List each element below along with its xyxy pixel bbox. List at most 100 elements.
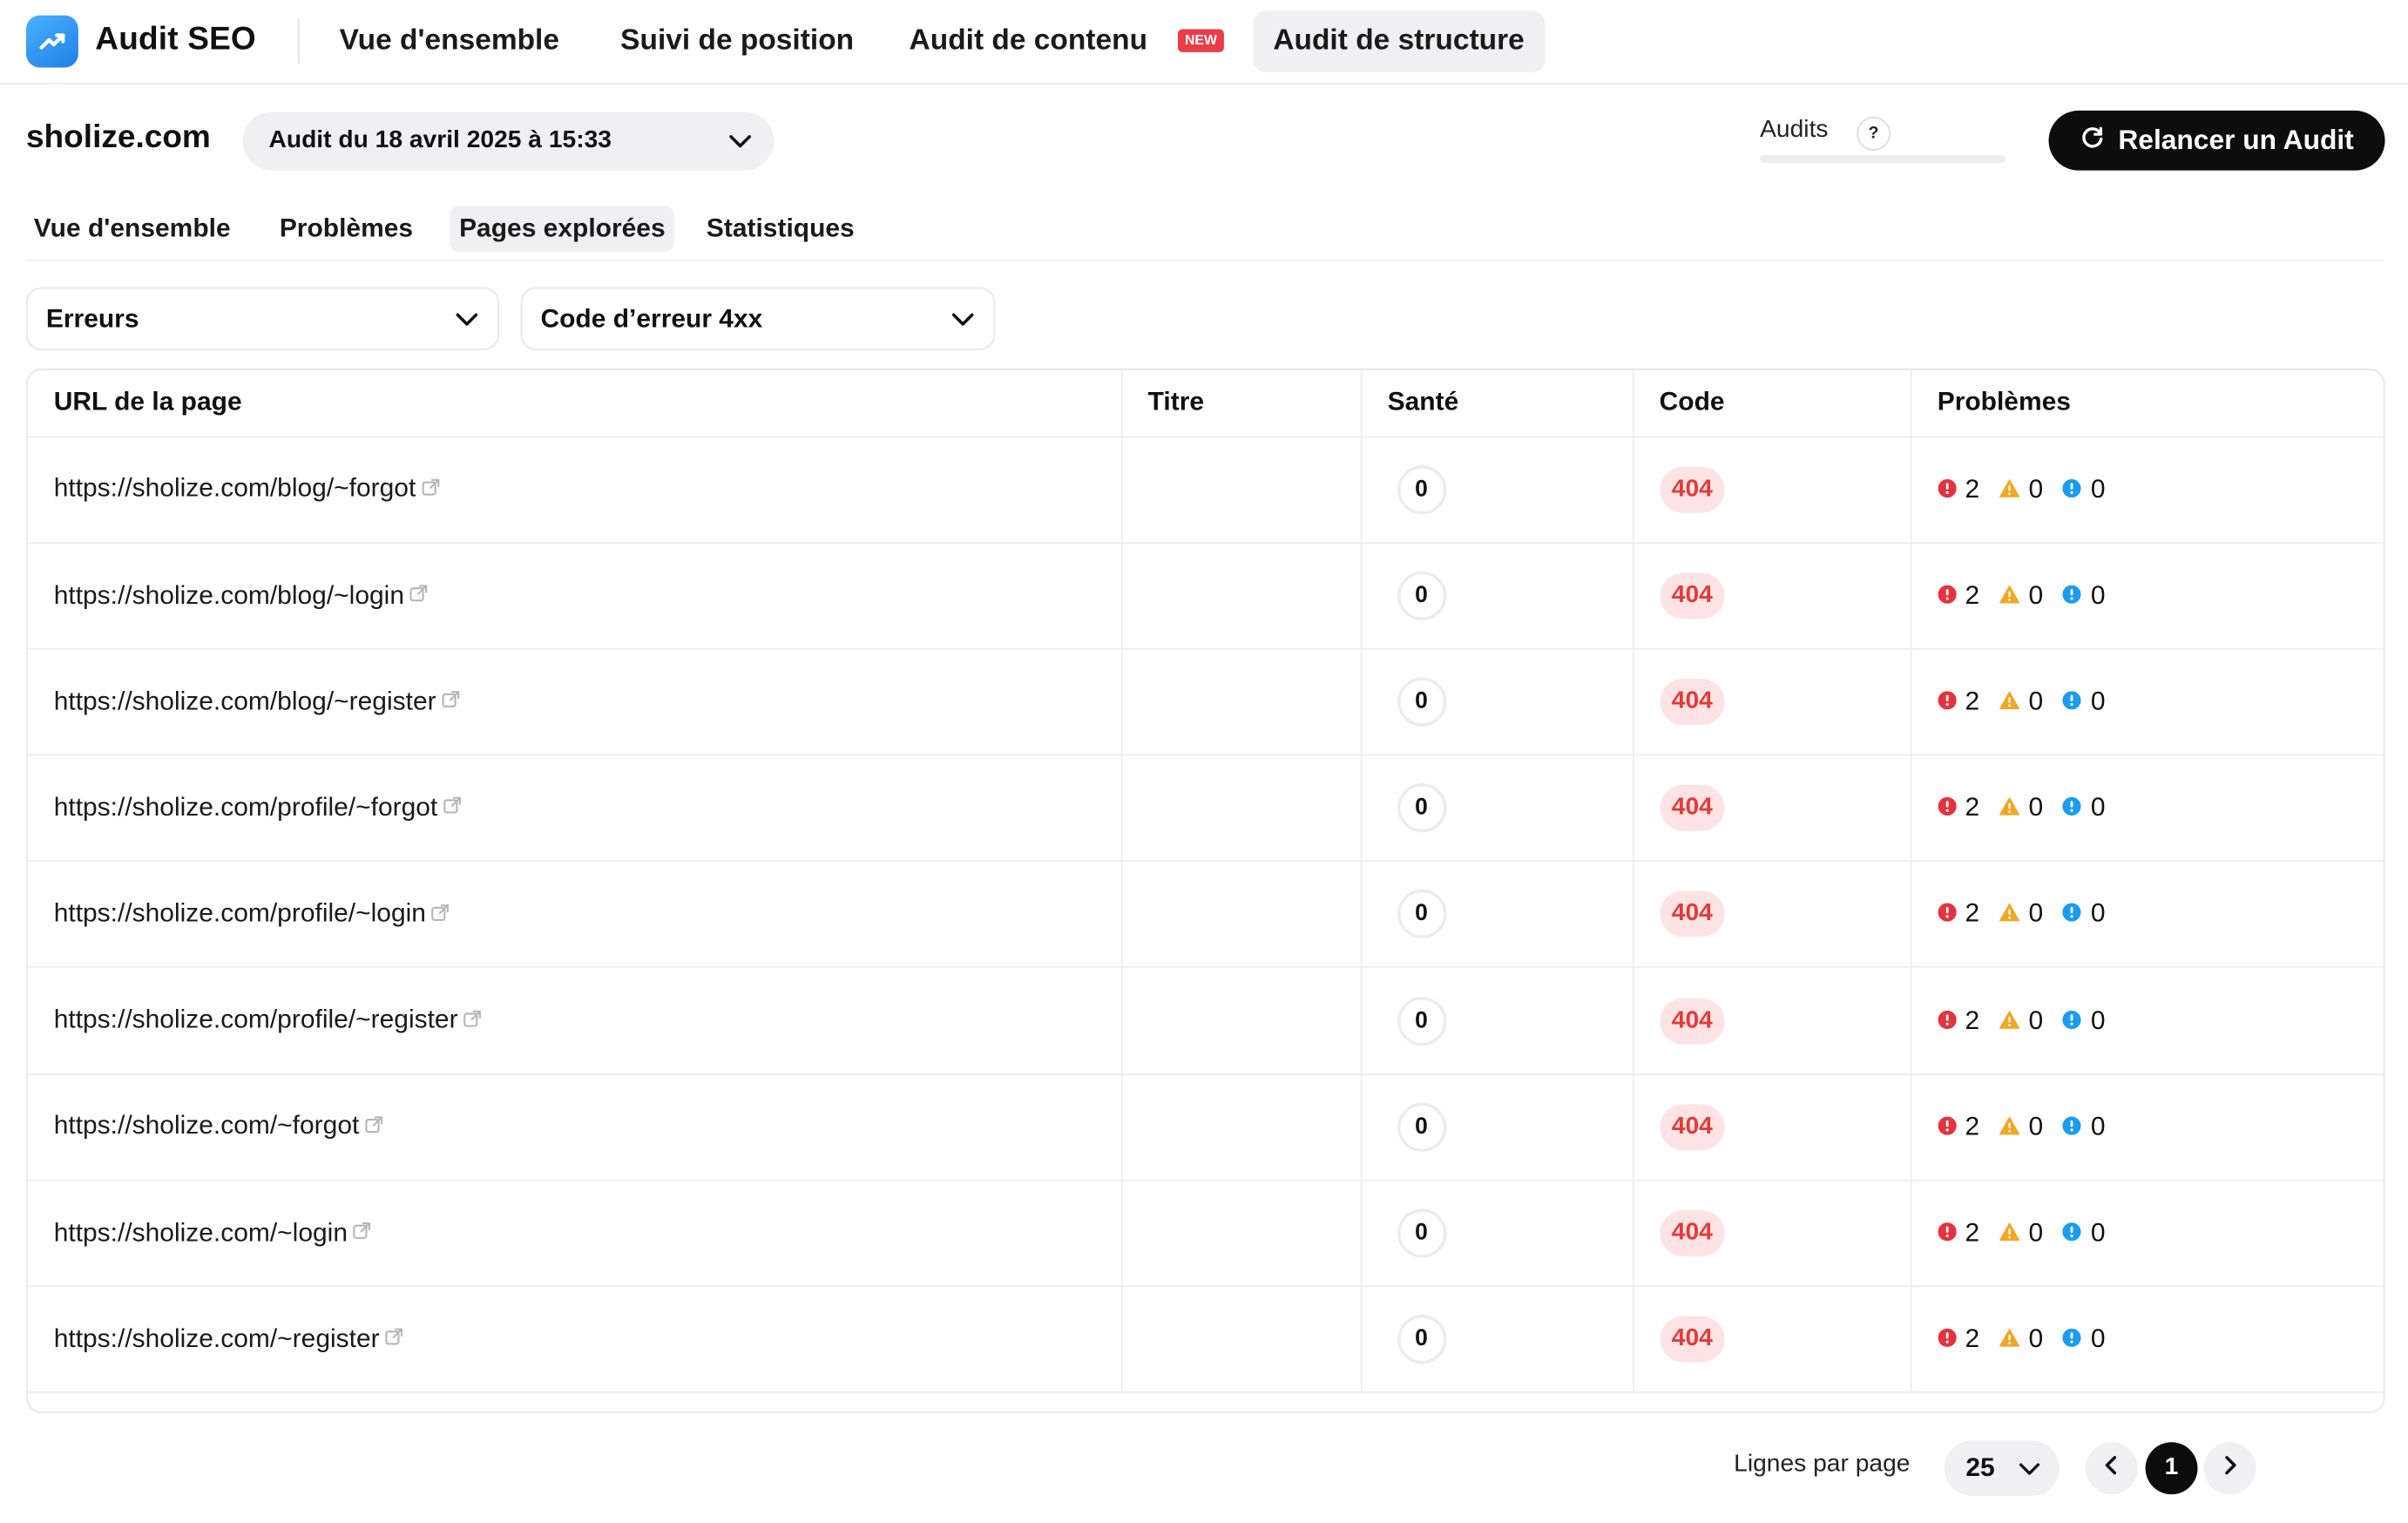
notice-count: 0 bbox=[2090, 1217, 2106, 1248]
tab-overview[interactable]: Vue d'ensemble bbox=[34, 206, 231, 252]
error-code-filter[interactable]: Code d’erreur 4xx bbox=[520, 287, 996, 350]
page-button-current[interactable]: 1 bbox=[2145, 1442, 2198, 1495]
column-header-health[interactable]: Santé bbox=[1360, 369, 1634, 437]
external-link-icon[interactable] bbox=[421, 474, 441, 504]
error-count: 2 bbox=[1965, 579, 1980, 610]
error-icon bbox=[1937, 1218, 1956, 1249]
table-row[interactable]: https://sholize.com/profile/~register 0 40… bbox=[27, 967, 2384, 1075]
external-link-icon[interactable] bbox=[352, 1218, 372, 1249]
error-icon bbox=[1937, 687, 1956, 717]
nav-item-position-tracking[interactable]: Suivi de position bbox=[620, 10, 854, 72]
table-row[interactable]: https://sholize.com/~forgot 0 404 2 0 0 bbox=[27, 1073, 2384, 1181]
site-domain: sholize.com bbox=[25, 119, 211, 156]
previous-page-button[interactable] bbox=[2085, 1442, 2138, 1495]
external-link-icon[interactable] bbox=[409, 580, 429, 611]
info-icon bbox=[2063, 793, 2082, 823]
help-icon[interactable]: ? bbox=[1857, 116, 1891, 151]
table-row[interactable]: https://sholize.com/blog/~login 0 404 2 0 0 bbox=[27, 542, 2384, 650]
warning-count: 0 bbox=[2028, 898, 2044, 929]
external-link-icon[interactable] bbox=[463, 1005, 483, 1036]
health-cell: 0 bbox=[1360, 1286, 1634, 1394]
error-count: 2 bbox=[1965, 1217, 1980, 1248]
url-cell: https://sholize.com/profile/~login bbox=[27, 861, 1122, 969]
audit-date-select[interactable]: Audit du 18 avril 2025 à 15:33 bbox=[242, 112, 774, 171]
error-icon bbox=[1937, 1324, 1956, 1355]
relaunch-audit-button[interactable]: Relancer un Audit bbox=[2048, 110, 2385, 171]
table-row[interactable]: https://sholize.com/~login 0 404 2 0 0 bbox=[27, 1180, 2384, 1288]
page-url-link[interactable]: https://sholize.com/blog/~forgot bbox=[54, 474, 416, 503]
nav-item-overview[interactable]: Vue d'ensemble bbox=[340, 10, 559, 72]
column-header-title[interactable]: Titre bbox=[1120, 369, 1362, 437]
external-link-icon[interactable] bbox=[441, 687, 461, 717]
status-code-badge: 404 bbox=[1659, 997, 1725, 1044]
warning-count: 0 bbox=[2028, 579, 2044, 610]
table-row[interactable]: https://sholize.com/blog/~forgot 0 404 2 0 0 bbox=[27, 436, 2384, 544]
title-cell bbox=[1120, 967, 1362, 1075]
info-icon bbox=[2063, 1218, 2082, 1249]
health-score: 0 bbox=[1397, 571, 1446, 620]
title-cell bbox=[1120, 755, 1362, 863]
page-url-link[interactable]: https://sholize.com/~register bbox=[54, 1323, 380, 1352]
warning-count: 0 bbox=[2028, 1323, 2044, 1354]
nav-item-structure-audit[interactable]: Audit de structure bbox=[1253, 10, 1545, 72]
page-url-link[interactable]: https://sholize.com/~forgot bbox=[54, 1111, 360, 1140]
tab-explored-pages[interactable]: Pages explorées bbox=[450, 206, 675, 253]
status-code-badge: 404 bbox=[1659, 891, 1725, 937]
issue-type-filter[interactable]: Erreurs bbox=[25, 287, 499, 350]
column-header-problems[interactable]: Problèmes bbox=[1910, 369, 2384, 437]
page-url-link[interactable]: https://sholize.com/profile/~register bbox=[54, 1005, 458, 1033]
tab-statistics[interactable]: Statistiques bbox=[707, 206, 855, 252]
health-cell: 0 bbox=[1360, 967, 1634, 1075]
page-url-link[interactable]: https://sholize.com/profile/~login bbox=[54, 898, 426, 927]
status-code-badge: 404 bbox=[1659, 1103, 1725, 1150]
error-icon bbox=[1937, 474, 1956, 504]
health-score: 0 bbox=[1397, 1315, 1446, 1364]
table-row[interactable]: https://sholize.com/~register 0 404 2 0 0 bbox=[27, 1286, 2384, 1394]
health-cell: 0 bbox=[1360, 436, 1634, 544]
title-cell bbox=[1120, 648, 1362, 756]
health-cell: 0 bbox=[1360, 755, 1634, 863]
chevron-down-icon bbox=[2018, 1458, 2040, 1488]
code-cell: 404 bbox=[1632, 542, 1911, 650]
external-link-icon[interactable] bbox=[384, 1324, 404, 1355]
tabs-divider bbox=[25, 259, 2385, 261]
rows-per-page-value: 25 bbox=[1965, 1452, 1995, 1483]
url-cell: https://sholize.com/blog/~register bbox=[27, 648, 1122, 756]
tab-problems[interactable]: Problèmes bbox=[280, 206, 413, 252]
warning-count: 0 bbox=[2028, 1217, 2044, 1248]
page-url-link[interactable]: https://sholize.com/blog/~register bbox=[54, 686, 436, 714]
page-url-link[interactable]: https://sholize.com/profile/~forgot bbox=[54, 792, 438, 821]
warning-icon bbox=[1999, 1005, 2019, 1036]
table-row[interactable]: https://sholize.com/blog/~register 0 404 2 0… bbox=[27, 648, 2384, 756]
rows-per-page-select[interactable]: 25 bbox=[1944, 1440, 2060, 1496]
app-logo-icon[interactable] bbox=[25, 15, 78, 68]
column-header-code[interactable]: Code bbox=[1632, 369, 1911, 437]
relaunch-audit-label: Relancer un Audit bbox=[2118, 124, 2354, 156]
notice-count: 0 bbox=[2090, 473, 2106, 504]
table-row[interactable]: https://sholize.com/profile/~login 0 404 2 0… bbox=[27, 861, 2384, 969]
problems-cell: 2 0 0 bbox=[1910, 967, 2384, 1075]
problems-cell: 2 0 0 bbox=[1910, 1073, 2384, 1181]
external-link-icon[interactable] bbox=[443, 793, 463, 823]
table-row[interactable]: https://sholize.com/profile/~forgot 0 404 2… bbox=[27, 755, 2384, 863]
title-cell bbox=[1120, 542, 1362, 650]
info-icon bbox=[2063, 1324, 2082, 1355]
error-icon bbox=[1937, 793, 1956, 823]
error-count: 2 bbox=[1965, 473, 1980, 504]
app-title: Audit SEO bbox=[95, 21, 256, 58]
error-icon bbox=[1937, 899, 1956, 930]
error-code-value: Code d’erreur 4xx bbox=[540, 304, 763, 334]
error-icon bbox=[1937, 580, 1956, 611]
warning-icon bbox=[1999, 899, 2019, 930]
column-header-url[interactable]: URL de la page bbox=[27, 369, 1122, 437]
nav-item-content-audit[interactable]: Audit de contenu bbox=[910, 10, 1148, 72]
external-link-icon[interactable] bbox=[364, 1112, 384, 1142]
code-cell: 404 bbox=[1632, 1180, 1911, 1288]
external-link-icon[interactable] bbox=[430, 899, 450, 930]
next-page-button[interactable] bbox=[2203, 1442, 2256, 1495]
health-score: 0 bbox=[1397, 1208, 1446, 1258]
title-cell bbox=[1120, 1073, 1362, 1181]
page-url-link[interactable]: https://sholize.com/~login bbox=[54, 1217, 348, 1246]
info-icon bbox=[2063, 580, 2082, 611]
page-url-link[interactable]: https://sholize.com/blog/~login bbox=[54, 579, 404, 608]
